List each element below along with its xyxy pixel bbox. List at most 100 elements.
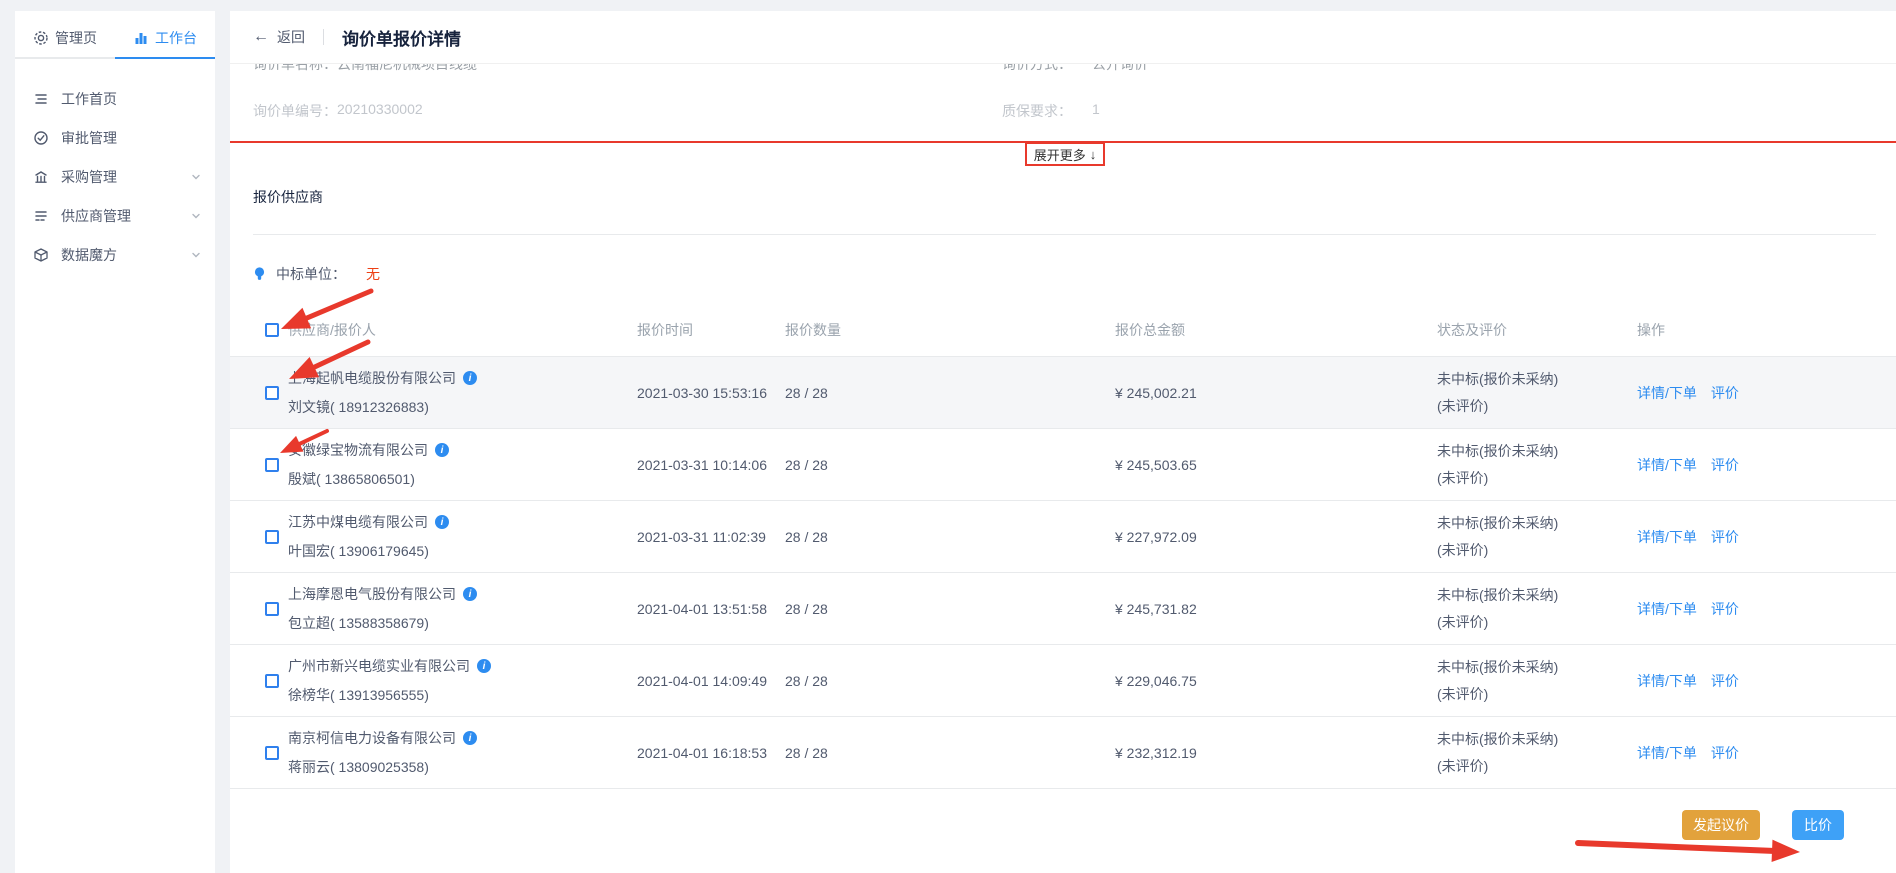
down-arrow-icon: ↓ bbox=[1090, 147, 1097, 162]
info-icon[interactable]: i bbox=[435, 515, 449, 529]
chevron-down-icon bbox=[191, 172, 201, 182]
tab-workbench-label: 工作台 bbox=[155, 28, 197, 48]
quote-amount: ¥ 229,046.75 bbox=[1115, 673, 1437, 689]
sidebar-item-suppliers[interactable]: 供应商管理 bbox=[15, 196, 215, 235]
supplier-cell: 南京柯信电力设备有限公司 i 蒋丽云( 13809025358) bbox=[288, 728, 637, 777]
supplier-cell: 安徽绿宝物流有限公司 i 殷斌( 13865806501) bbox=[288, 440, 637, 489]
negotiate-button[interactable]: 发起议价 bbox=[1682, 810, 1760, 840]
quote-amount: ¥ 245,503.65 bbox=[1115, 457, 1437, 473]
chevron-down-icon bbox=[191, 250, 201, 260]
evaluate-link[interactable]: 评价 bbox=[1711, 671, 1739, 691]
row-checkbox[interactable] bbox=[265, 674, 279, 688]
detail-order-link[interactable]: 详情/下单 bbox=[1637, 743, 1697, 763]
check-circle-icon bbox=[33, 130, 49, 146]
info-icon[interactable]: i bbox=[435, 443, 449, 457]
inquiry-no-label: 询价单编号： bbox=[253, 101, 337, 121]
warranty-label: 质保要求： bbox=[1002, 101, 1072, 121]
info-icon[interactable]: i bbox=[477, 659, 491, 673]
status-cell: 未中标(报价未采纳) (未评价) bbox=[1437, 585, 1637, 632]
tab-workbench[interactable]: 工作台 bbox=[115, 19, 215, 59]
evaluate-link[interactable]: 评价 bbox=[1711, 743, 1739, 763]
cube-icon bbox=[33, 247, 49, 263]
quote-amount: ¥ 245,731.82 bbox=[1115, 601, 1437, 617]
sidebar-tabs: 管理页 工作台 bbox=[15, 19, 215, 59]
evaluate-link[interactable]: 评价 bbox=[1711, 455, 1739, 475]
row-checkbox[interactable] bbox=[265, 386, 279, 400]
compare-button[interactable]: 比价 bbox=[1792, 810, 1844, 840]
evaluate-link[interactable]: 评价 bbox=[1711, 527, 1739, 547]
status-cell: 未中标(报价未采纳) (未评价) bbox=[1437, 657, 1637, 704]
company-name[interactable]: 上海起帆电缆股份有限公司 bbox=[288, 368, 456, 388]
quote-qty: 28 / 28 bbox=[785, 745, 1115, 761]
sidebar-menu: 工作首页 审批管理 采购管理 bbox=[15, 79, 215, 274]
status-line1: 未中标(报价未采纳) bbox=[1437, 513, 1637, 533]
app: 管理页 工作台 工作首页 bbox=[0, 0, 1896, 873]
sidebar: 管理页 工作台 工作首页 bbox=[15, 11, 215, 873]
tab-admin-label: 管理页 bbox=[55, 28, 97, 48]
evaluate-link[interactable]: 评价 bbox=[1711, 599, 1739, 619]
detail-order-link[interactable]: 详情/下单 bbox=[1637, 527, 1697, 547]
company-name[interactable]: 安徽绿宝物流有限公司 bbox=[288, 440, 428, 460]
supplier-quote-table: 供应商/报价人 报价时间 报价数量 报价总金额 状态及评价 操作 上海起帆电缆股… bbox=[230, 303, 1896, 789]
info-icon[interactable]: i bbox=[463, 731, 477, 745]
contact-person: 蒋丽云( 13809025358) bbox=[288, 757, 637, 777]
winner-label: 中标单位： bbox=[276, 264, 346, 284]
back-button[interactable]: ← 返回 bbox=[253, 27, 305, 47]
status-line2: (未评价) bbox=[1437, 468, 1637, 488]
select-all-checkbox[interactable] bbox=[265, 323, 279, 337]
status-cell: 未中标(报价未采纳) (未评价) bbox=[1437, 369, 1637, 416]
status-line1: 未中标(报价未采纳) bbox=[1437, 657, 1637, 677]
detail-order-link[interactable]: 详情/下单 bbox=[1637, 671, 1697, 691]
supplier-cell: 江苏中煤电缆有限公司 i 叶国宏( 13906179645) bbox=[288, 512, 637, 561]
col-actions: 操作 bbox=[1637, 320, 1896, 340]
row-checkbox[interactable] bbox=[265, 458, 279, 472]
evaluate-link[interactable]: 评价 bbox=[1711, 383, 1739, 403]
quote-detail-card: 询价单名称： 云南福尼机械项目线缆 询价方式： 公开询价 ← 返回 询价单报价详… bbox=[230, 11, 1896, 873]
row-checkbox[interactable] bbox=[265, 746, 279, 760]
quote-qty: 28 / 28 bbox=[785, 601, 1115, 617]
info-icon[interactable]: i bbox=[463, 587, 477, 601]
status-line1: 未中标(报价未采纳) bbox=[1437, 585, 1637, 605]
supplier-cell: 上海起帆电缆股份有限公司 i 刘文镜( 18912326883) bbox=[288, 368, 637, 417]
col-time: 报价时间 bbox=[637, 320, 785, 340]
detail-order-link[interactable]: 详情/下单 bbox=[1637, 383, 1697, 403]
form-row-inquiry-no: 询价单编号： 20210330002 质保要求： 1 bbox=[230, 101, 1896, 119]
col-status: 状态及评价 bbox=[1437, 320, 1637, 340]
info-icon[interactable]: i bbox=[463, 371, 477, 385]
company-name[interactable]: 广州市新兴电缆实业有限公司 bbox=[288, 656, 470, 676]
status-cell: 未中标(报价未采纳) (未评价) bbox=[1437, 441, 1637, 488]
sidebar-item-work-home[interactable]: 工作首页 bbox=[15, 79, 215, 118]
sidebar-item-label: 审批管理 bbox=[61, 128, 201, 148]
expand-more-label: 展开更多 bbox=[1034, 145, 1086, 164]
sidebar-item-approval[interactable]: 审批管理 bbox=[15, 118, 215, 157]
status-cell: 未中标(报价未采纳) (未评价) bbox=[1437, 513, 1637, 560]
status-line2: (未评价) bbox=[1437, 540, 1637, 560]
detail-order-link[interactable]: 详情/下单 bbox=[1637, 455, 1697, 475]
company-name[interactable]: 南京柯信电力设备有限公司 bbox=[288, 728, 456, 748]
warranty-value: 1 bbox=[1092, 101, 1100, 117]
sidebar-item-procurement[interactable]: 采购管理 bbox=[15, 157, 215, 196]
expand-more-button[interactable]: 展开更多 ↓ bbox=[1025, 142, 1105, 166]
winner-row: 中标单位： 无 bbox=[253, 264, 380, 284]
actions-cell: 详情/下单 评价 bbox=[1637, 527, 1896, 547]
table-row: 上海起帆电缆股份有限公司 i 刘文镜( 18912326883) 2021-03… bbox=[230, 357, 1896, 429]
actions-cell: 详情/下单 评价 bbox=[1637, 599, 1896, 619]
sidebar-item-label: 供应商管理 bbox=[61, 206, 191, 226]
sidebar-item-label: 数据魔方 bbox=[61, 245, 191, 265]
contact-person: 包立超( 13588358679) bbox=[288, 613, 637, 633]
supplier-cell: 广州市新兴电缆实业有限公司 i 徐榜华( 13913956555) bbox=[288, 656, 637, 705]
company-name[interactable]: 上海摩恩电气股份有限公司 bbox=[288, 584, 456, 604]
company-name[interactable]: 江苏中煤电缆有限公司 bbox=[288, 512, 428, 532]
detail-order-link[interactable]: 详情/下单 bbox=[1637, 599, 1697, 619]
row-checkbox[interactable] bbox=[265, 602, 279, 616]
col-qty: 报价数量 bbox=[785, 320, 1115, 340]
sidebar-item-data-cube[interactable]: 数据魔方 bbox=[15, 235, 215, 274]
table-row: 南京柯信电力设备有限公司 i 蒋丽云( 13809025358) 2021-04… bbox=[230, 717, 1896, 789]
contact-person: 徐榜华( 13913956555) bbox=[288, 685, 637, 705]
header-divider bbox=[323, 29, 324, 45]
home-lines-icon bbox=[33, 91, 49, 107]
winner-value: 无 bbox=[366, 264, 380, 284]
tab-admin-page[interactable]: 管理页 bbox=[15, 19, 115, 59]
row-checkbox[interactable] bbox=[265, 530, 279, 544]
supplier-cell: 上海摩恩电气股份有限公司 i 包立超( 13588358679) bbox=[288, 584, 637, 633]
